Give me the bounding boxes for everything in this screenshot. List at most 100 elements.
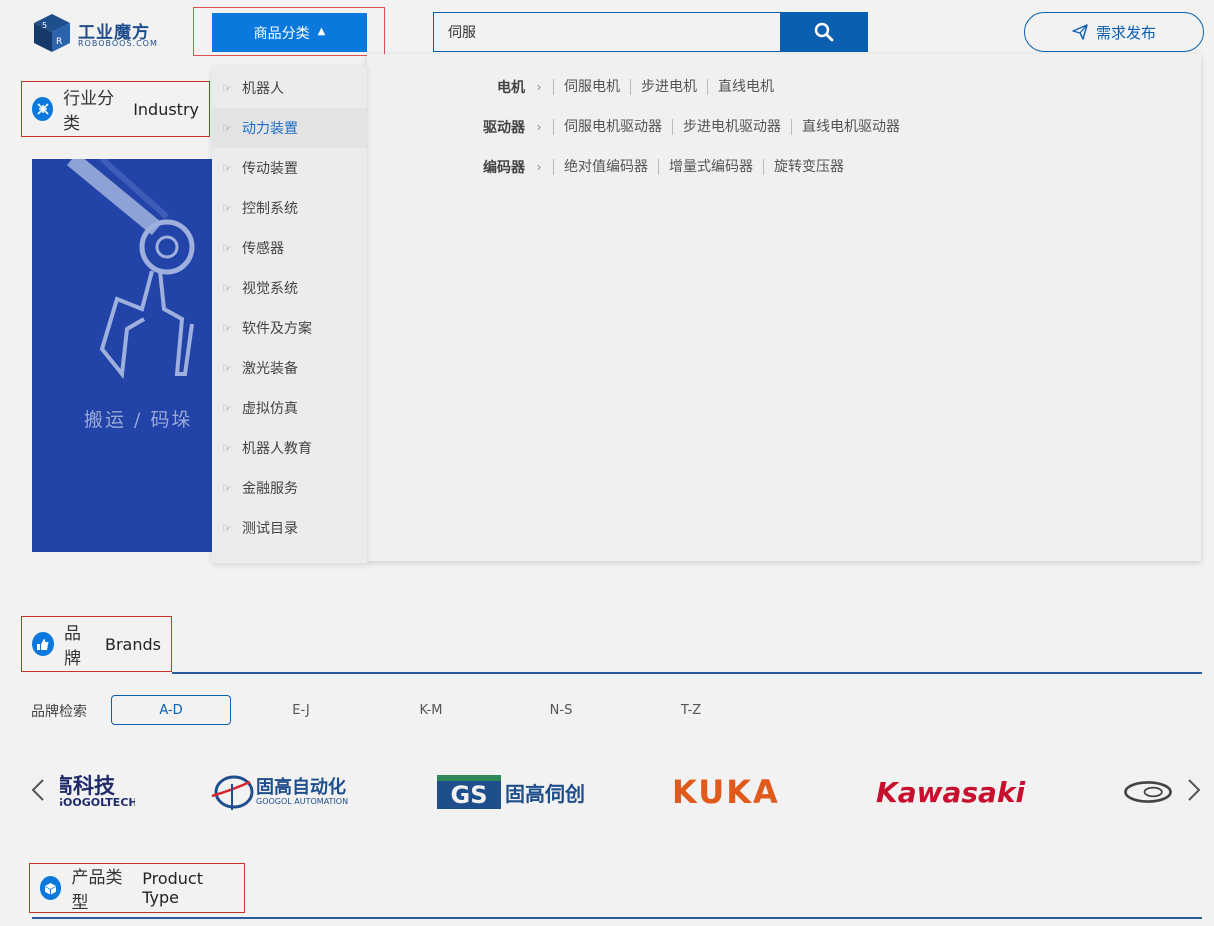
brand-tab-t-z[interactable]: T-Z bbox=[631, 695, 751, 725]
category-dropdown: ☞ 机器人 ☞ 动力装置 ☞ 传动装置 ☞ 控制系统 ☞ 传感器 ☞ 视觉系统 ☞ 软件及方案… bbox=[212, 66, 367, 563]
brand-tab-k-m[interactable]: K-M bbox=[371, 695, 491, 725]
kawasaki-wordmark: Kawasaki bbox=[876, 775, 1026, 809]
chevron-left-icon bbox=[31, 779, 44, 801]
thumbs-up-icon bbox=[32, 632, 54, 656]
subcategory-driver[interactable]: 驱动器 bbox=[367, 117, 525, 137]
subcategory-encoder[interactable]: 编码器 bbox=[367, 157, 525, 177]
search-icon bbox=[814, 22, 834, 42]
sub-link[interactable]: 步进电机驱动器 bbox=[672, 119, 791, 135]
svg-text:R: R bbox=[56, 37, 62, 47]
dropdown-item-test[interactable]: ☞ 测试目录 bbox=[212, 508, 367, 548]
partial-brand-mark-icon bbox=[1124, 781, 1172, 803]
product-type-divider bbox=[32, 917, 1202, 919]
googoltech-zh: 高科技 bbox=[60, 774, 115, 798]
product-type-section-title: 产品类型 Product Type bbox=[29, 863, 245, 913]
dropdown-item-finance[interactable]: ☞ 金融服务 bbox=[212, 468, 367, 508]
dropdown-item-education[interactable]: ☞ 机器人教育 bbox=[212, 428, 367, 468]
dropdown-item-transmission[interactable]: ☞ 传动装置 bbox=[212, 148, 367, 188]
pointing-hand-icon: ☞ bbox=[222, 361, 232, 375]
brand-logo-partial[interactable] bbox=[1122, 770, 1174, 814]
industry-title-en: Industry bbox=[133, 99, 199, 119]
category-button-label: 商品分类 bbox=[253, 25, 310, 42]
subcategory-row-driver: 驱动器 › 伺服电机驱动器 步进电机驱动器 直线电机驱动器 bbox=[367, 107, 910, 147]
search-input[interactable] bbox=[433, 12, 781, 52]
sub-link[interactable]: 步进电机 bbox=[630, 79, 707, 95]
sub-link[interactable]: 直线电机 bbox=[707, 79, 784, 95]
category-subpanel: 电机 › 伺服电机 步进电机 直线电机 驱动器 › 伺服电机驱动器 步进电机驱动… bbox=[367, 54, 1201, 561]
googol-swirl-icon bbox=[211, 775, 254, 810]
dropdown-item-label: 测试目录 bbox=[242, 521, 298, 537]
chevron-right-icon: › bbox=[536, 160, 542, 174]
pointing-hand-icon: ☞ bbox=[222, 81, 232, 95]
paper-plane-icon bbox=[1072, 24, 1088, 40]
brand-tab-e-j[interactable]: E-J bbox=[241, 695, 361, 725]
sub-link[interactable]: 伺服电机驱动器 bbox=[553, 119, 672, 135]
chevron-right-icon bbox=[1188, 779, 1201, 801]
brand-filter-label: 品牌检索 bbox=[31, 704, 87, 720]
product-type-title-en: Product Type bbox=[142, 869, 203, 907]
sub-link[interactable]: 增量式编码器 bbox=[658, 159, 763, 175]
category-button[interactable]: 商品分类 ▲ bbox=[212, 13, 367, 52]
brand-logo-kawasaki[interactable]: Kawasaki bbox=[876, 770, 1051, 814]
site-logo[interactable]: 5 R 工业魔方 ROBOBOOS.COM bbox=[30, 12, 157, 54]
googol-automation-zh: 固高自动化 bbox=[256, 776, 346, 798]
dropdown-item-power[interactable]: ☞ 动力装置 bbox=[212, 108, 367, 148]
demand-publish-label: 需求发布 bbox=[1095, 23, 1156, 42]
dropdown-item-label: 金融服务 bbox=[242, 481, 298, 497]
carousel-next-button[interactable] bbox=[1184, 775, 1204, 805]
kuka-wordmark: KUKA bbox=[672, 773, 780, 811]
sub-link[interactable]: 伺服电机 bbox=[553, 79, 630, 95]
pointing-hand-icon: ☞ bbox=[222, 521, 232, 535]
pointing-hand-icon: ☞ bbox=[222, 201, 232, 215]
demand-publish-button[interactable]: 需求发布 bbox=[1024, 12, 1204, 52]
subcategory-motor[interactable]: 电机 bbox=[367, 77, 525, 97]
sub-link[interactable]: 直线电机驱动器 bbox=[791, 119, 910, 135]
pointing-hand-icon: ☞ bbox=[222, 441, 232, 455]
sub-link[interactable]: 绝对值编码器 bbox=[553, 159, 658, 175]
brand-logo-googol-automation[interactable]: 固高自动化 GOOGOL AUTOMATION bbox=[210, 770, 365, 814]
brand-logo-googoltech[interactable]: 高科技 GOOGOLTECH bbox=[60, 770, 135, 814]
pointing-hand-icon: ☞ bbox=[222, 121, 232, 135]
dropdown-item-label: 机器人教育 bbox=[242, 441, 312, 457]
industry-title-zh: 行业分类 bbox=[63, 89, 115, 134]
search-button[interactable] bbox=[780, 12, 868, 52]
carousel-prev-button[interactable] bbox=[28, 775, 48, 805]
dropdown-item-software[interactable]: ☞ 软件及方案 bbox=[212, 308, 367, 348]
googol-automation-en: GOOGOL AUTOMATION bbox=[256, 796, 349, 806]
dropdown-item-vision[interactable]: ☞ 视觉系统 bbox=[212, 268, 367, 308]
dropdown-item-label: 传动装置 bbox=[242, 161, 298, 177]
brand-tab-a-d[interactable]: A-D bbox=[111, 695, 231, 725]
brand-logo-kuka[interactable]: KUKA bbox=[672, 770, 807, 814]
pointing-hand-icon: ☞ bbox=[222, 281, 232, 295]
brands-title-en: Brands bbox=[105, 634, 161, 654]
dropdown-item-label: 视觉系统 bbox=[242, 281, 298, 297]
search-bar bbox=[433, 12, 868, 52]
dropdown-item-control[interactable]: ☞ 控制系统 bbox=[212, 188, 367, 228]
product-type-title-zh: 产品类型 bbox=[71, 868, 123, 913]
dropdown-item-label: 控制系统 bbox=[242, 201, 298, 217]
subcategory-row-motor: 电机 › 伺服电机 步进电机 直线电机 bbox=[367, 67, 784, 107]
brands-title-zh: 品牌 bbox=[63, 624, 81, 669]
sub-link[interactable]: 旋转变压器 bbox=[763, 159, 854, 175]
cube-icon bbox=[40, 876, 62, 900]
chevron-right-icon: › bbox=[536, 80, 542, 94]
brands-section-title: 品牌 Brands bbox=[21, 616, 172, 672]
dropdown-item-sensor[interactable]: ☞ 传感器 bbox=[212, 228, 367, 268]
pointing-hand-icon: ☞ bbox=[222, 401, 232, 415]
pointing-hand-icon: ☞ bbox=[222, 481, 232, 495]
brand-logo-gs[interactable]: GS 固高伺创 bbox=[437, 770, 592, 814]
brand-tab-n-s[interactable]: N-S bbox=[501, 695, 621, 725]
pointing-hand-icon: ☞ bbox=[222, 161, 232, 175]
dropdown-item-simulation[interactable]: ☞ 虚拟仿真 bbox=[212, 388, 367, 428]
industry-card-label: 搬运 / 码垛 bbox=[84, 409, 193, 431]
brands-divider bbox=[172, 672, 1202, 674]
dropdown-item-label: 激光装备 bbox=[242, 361, 298, 377]
dropdown-item-robot[interactable]: ☞ 机器人 bbox=[212, 68, 367, 108]
category-button-frame: 商品分类 ▲ bbox=[193, 7, 385, 56]
dropdown-item-laser[interactable]: ☞ 激光装备 bbox=[212, 348, 367, 388]
googoltech-en: GOOGOLTECH bbox=[60, 796, 135, 809]
dropdown-item-label: 虚拟仿真 bbox=[242, 401, 298, 417]
dropdown-item-label: 机器人 bbox=[242, 81, 284, 97]
gs-mark: GS bbox=[437, 775, 501, 809]
dropdown-item-label: 动力装置 bbox=[242, 121, 298, 137]
